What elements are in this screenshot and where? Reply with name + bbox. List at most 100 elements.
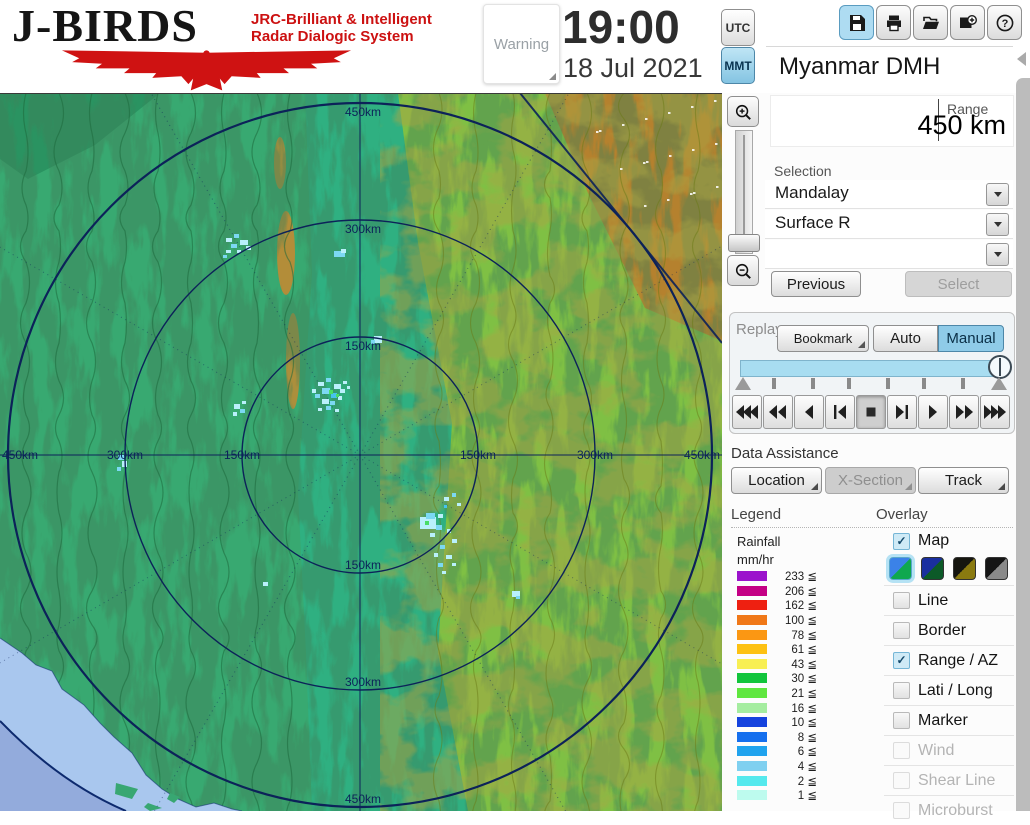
svg-text:150km: 150km xyxy=(460,448,496,462)
legend-row: 1 ≦ xyxy=(737,788,829,803)
print-icon xyxy=(884,13,904,33)
legend-value: 30 ≦ xyxy=(767,671,817,685)
play-button[interactable] xyxy=(918,395,948,429)
step-back-button[interactable] xyxy=(794,395,824,429)
map-style-navy-darkgreen[interactable] xyxy=(921,557,944,580)
panel-edge-strip xyxy=(1016,78,1030,811)
skip-start-icon xyxy=(829,405,851,419)
open-folder-button[interactable] xyxy=(913,5,948,40)
utc-toggle-button[interactable]: UTC xyxy=(721,9,755,46)
rainfall-legend: Rainfall mm/hr 233 ≦206 ≦162 ≦100 ≦78 ≦6… xyxy=(737,533,837,569)
svg-text:300km: 300km xyxy=(107,448,143,462)
x-section-button[interactable]: X-Section xyxy=(825,467,916,494)
control-panel: Range 450 km Selection Mandalay Surface … xyxy=(722,93,1016,811)
dropdown-button[interactable] xyxy=(986,243,1009,266)
fast-forward-button[interactable] xyxy=(949,395,979,429)
overlay-item-label: Wind xyxy=(918,742,954,760)
map-zoom-out-button[interactable] xyxy=(727,255,759,286)
legend-row: 78 ≦ xyxy=(737,627,829,642)
selection-dropdown-site[interactable]: Mandalay xyxy=(765,180,1013,209)
print-button[interactable] xyxy=(876,5,911,40)
legend-color-swatch xyxy=(737,659,767,669)
slider-tick xyxy=(886,378,890,389)
manual-mode-button[interactable]: Manual xyxy=(938,325,1004,352)
skip-end-button[interactable] xyxy=(887,395,917,429)
toolbar: ? xyxy=(839,5,1022,40)
legend-value: 43 ≦ xyxy=(767,657,817,671)
svg-text:450km: 450km xyxy=(684,448,720,462)
unchecked-checkbox-icon[interactable] xyxy=(893,712,910,729)
add-image-button[interactable] xyxy=(950,5,985,40)
header-separator xyxy=(766,46,1013,47)
overlay-item-line[interactable]: Line xyxy=(884,585,1014,615)
track-button[interactable]: Track xyxy=(918,467,1009,494)
selection-dropdown-extra[interactable] xyxy=(765,240,1013,269)
previous-label: Previous xyxy=(787,276,845,293)
overlay-item-lati-long[interactable]: Lati / Long xyxy=(884,675,1014,705)
rewind-button[interactable] xyxy=(763,395,793,429)
slider-start-marker xyxy=(735,377,751,390)
bookmark-button[interactable]: Bookmark xyxy=(777,325,869,352)
overlay-item-border[interactable]: Border xyxy=(884,615,1014,645)
map-style-blue-green[interactable] xyxy=(889,557,912,580)
radar-map[interactable]: 150km150km150km150km300km300km300km300km… xyxy=(0,93,722,811)
slider-tick xyxy=(811,378,815,389)
rewind-icon xyxy=(767,405,789,419)
legend-color-swatch xyxy=(737,790,767,800)
skip-start-button[interactable] xyxy=(825,395,855,429)
legend-color-swatch xyxy=(737,600,767,610)
skip-end-icon xyxy=(891,405,913,419)
unchecked-checkbox-icon[interactable] xyxy=(893,592,910,609)
overlay-item-range-az[interactable]: ✓Range / AZ xyxy=(884,645,1014,675)
fastest-forward-button[interactable] xyxy=(980,395,1010,429)
map-zoom-slider-handle[interactable] xyxy=(728,234,760,252)
zoom-out-icon xyxy=(734,260,752,282)
legend-row: 162 ≦ xyxy=(737,598,829,613)
legend-scale: 233 ≦206 ≦162 ≦100 ≦78 ≦61 ≦43 ≦30 ≦21 ≦… xyxy=(737,569,829,803)
select-button[interactable]: Select xyxy=(905,271,1012,297)
radar-map-canvas: 150km150km150km150km300km300km300km300km… xyxy=(0,93,722,811)
selection-dropdown-product[interactable]: Surface R xyxy=(765,210,1013,239)
selection-product-value: Surface R xyxy=(775,213,851,233)
dropdown-button[interactable] xyxy=(986,183,1009,206)
panel-collapse-arrow-icon[interactable] xyxy=(1017,52,1026,66)
map-style-black-gray[interactable] xyxy=(985,557,1008,580)
legend-row: 8 ≦ xyxy=(737,730,829,745)
overlay-item-map[interactable]: ✓Map xyxy=(884,529,1014,553)
unchecked-checkbox-icon[interactable] xyxy=(893,682,910,699)
logo-title: J-BIRDS xyxy=(12,2,198,50)
fast-rewind-button[interactable] xyxy=(732,395,762,429)
overlay-item-shear-line: Shear Line xyxy=(884,765,1014,795)
unchecked-checkbox-icon[interactable] xyxy=(893,622,910,639)
legend-value: 6 ≦ xyxy=(767,744,817,758)
map-zoom-in-button[interactable] xyxy=(727,96,759,127)
save-icon xyxy=(847,13,867,33)
svg-text:150km: 150km xyxy=(345,339,381,353)
stop-button[interactable] xyxy=(856,395,886,429)
app-logo: J-BIRDS JRC-Brilliant & Intelligent Rada… xyxy=(8,2,418,92)
legend-value: 78 ≦ xyxy=(767,628,817,642)
legend-row: 2 ≦ xyxy=(737,773,829,788)
overlay-controls: ✓Map LineBorder✓Range / AZLati / LongMar… xyxy=(884,529,1014,825)
legend-value: 233 ≦ xyxy=(767,569,817,583)
overlay-item-marker[interactable]: Marker xyxy=(884,705,1014,735)
auto-mode-button[interactable]: Auto xyxy=(873,325,938,352)
replay-slider-track[interactable] xyxy=(740,360,1006,377)
checked-checkbox-icon[interactable]: ✓ xyxy=(893,533,910,550)
warning-button[interactable]: Warning xyxy=(483,4,560,84)
map-style-black-olive[interactable] xyxy=(953,557,976,580)
legend-value: 4 ≦ xyxy=(767,759,817,773)
previous-button[interactable]: Previous xyxy=(771,271,861,297)
select-label: Select xyxy=(938,276,980,293)
checked-checkbox-icon[interactable]: ✓ xyxy=(893,652,910,669)
legend-color-swatch xyxy=(737,703,767,713)
legend-value: 206 ≦ xyxy=(767,584,817,598)
legend-value: 1 ≦ xyxy=(767,788,817,802)
replay-slider-handle[interactable] xyxy=(988,355,1012,379)
location-button[interactable]: Location xyxy=(731,467,822,494)
mmt-toggle-button[interactable]: MMT xyxy=(721,47,755,84)
dropdown-button[interactable] xyxy=(986,213,1009,236)
save-button[interactable] xyxy=(839,5,874,40)
help-button[interactable]: ? xyxy=(987,5,1022,40)
selection-label: Selection xyxy=(774,163,832,179)
